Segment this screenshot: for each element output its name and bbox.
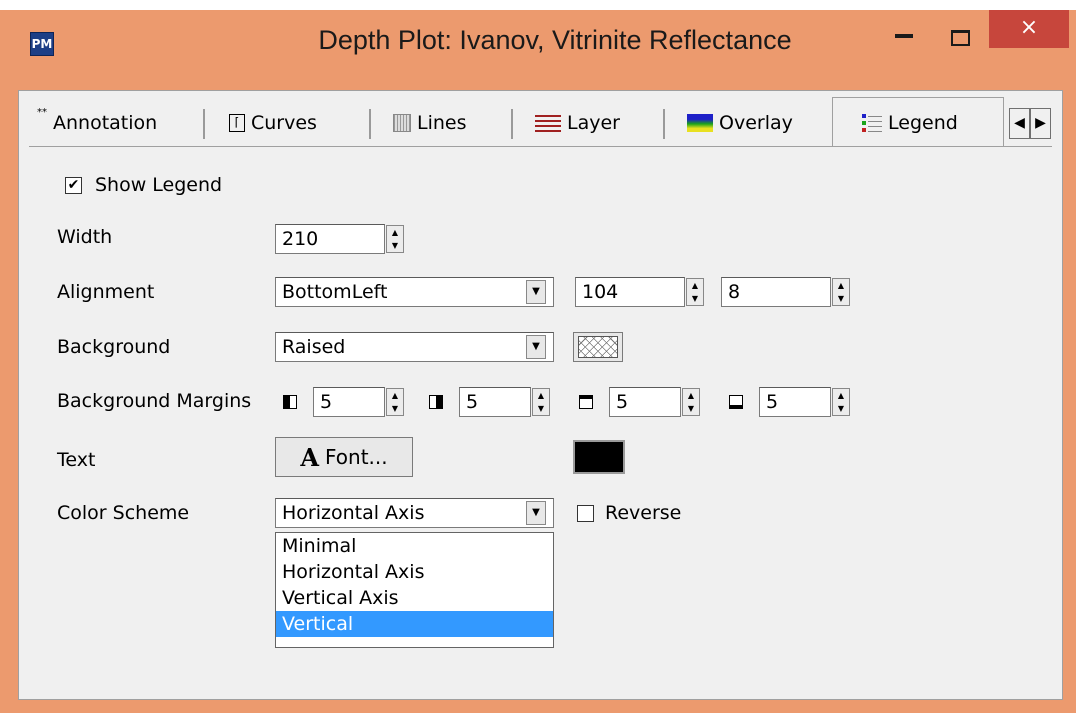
color-scheme-label: Color Scheme bbox=[57, 502, 190, 524]
alignment-dropdown[interactable]: BottomLeft bbox=[275, 277, 554, 307]
window-title: Depth Plot: Ivanov, Vitrinite Reflectanc… bbox=[318, 25, 792, 55]
color-scheme-dropdown-button[interactable]: ▼ bbox=[526, 501, 546, 525]
tab-layer[interactable]: Layer bbox=[535, 104, 620, 142]
crosshatch-pattern-icon bbox=[578, 336, 618, 358]
legend-dialog: ** Annotation ⌈ Curves Lines Layer Overl… bbox=[18, 90, 1063, 700]
alignment-y-spinner[interactable]: ▲ ▼ bbox=[832, 278, 850, 306]
show-legend-checkbox[interactable]: ✔ bbox=[65, 177, 82, 194]
width-field[interactable]: 210 bbox=[275, 224, 385, 254]
margin-right-field[interactable]: 5 bbox=[459, 387, 531, 417]
tab-legend[interactable]: Legend bbox=[862, 104, 958, 142]
font-icon: A bbox=[300, 442, 319, 472]
margin-top-icon bbox=[579, 395, 593, 409]
alignment-y-value: 8 bbox=[728, 281, 741, 303]
margin-left-field[interactable]: 5 bbox=[313, 387, 385, 417]
width-spinner[interactable]: ▲ ▼ bbox=[386, 225, 404, 253]
width-value: 210 bbox=[282, 228, 319, 250]
alignment-y-field[interactable]: 8 bbox=[721, 277, 831, 307]
title-bar[interactable]: PM Depth Plot: Ivanov, Vitrinite Reflect… bbox=[0, 10, 1076, 80]
margin-top-value: 5 bbox=[616, 391, 629, 413]
background-pattern-button[interactable] bbox=[573, 332, 623, 362]
tab-label: Lines bbox=[417, 112, 467, 134]
legend-icon bbox=[862, 114, 882, 132]
margin-bottom-value: 5 bbox=[766, 391, 779, 413]
curves-icon: ⌈ bbox=[229, 114, 245, 132]
show-legend-label: Show Legend bbox=[95, 174, 223, 196]
alignment-x-value: 104 bbox=[582, 281, 619, 303]
lines-icon bbox=[393, 114, 411, 132]
app-window: PM Depth Plot: Ivanov, Vitrinite Reflect… bbox=[0, 10, 1076, 713]
margin-bottom-field[interactable]: 5 bbox=[759, 387, 831, 417]
alignment-dropdown-button[interactable]: ▼ bbox=[526, 280, 546, 304]
text-label: Text bbox=[57, 449, 96, 471]
layer-icon bbox=[535, 114, 561, 132]
margin-left-spinner[interactable]: ▲ ▼ bbox=[386, 388, 404, 416]
tab-scroll-right-button[interactable]: ▶ bbox=[1030, 108, 1051, 139]
margin-right-value: 5 bbox=[466, 391, 479, 413]
reverse-checkbox[interactable] bbox=[577, 505, 594, 522]
tab-label: Curves bbox=[251, 112, 317, 134]
option-minimal[interactable]: Minimal bbox=[276, 533, 553, 559]
tab-label: Overlay bbox=[719, 112, 793, 134]
minimize-button[interactable] bbox=[895, 34, 913, 38]
tab-overlay[interactable]: Overlay bbox=[687, 104, 793, 142]
margin-left-icon bbox=[283, 395, 297, 409]
alignment-label: Alignment bbox=[57, 281, 155, 303]
maximize-button[interactable] bbox=[951, 30, 970, 46]
overlay-icon bbox=[687, 114, 713, 132]
tab-panel-border bbox=[29, 146, 1052, 147]
text-color-swatch[interactable] bbox=[573, 440, 625, 474]
background-value: Raised bbox=[282, 336, 346, 358]
close-button[interactable]: × bbox=[989, 10, 1069, 48]
color-scheme-dropdown[interactable]: Horizontal Axis bbox=[275, 498, 554, 528]
background-dropdown[interactable]: Raised bbox=[275, 332, 554, 362]
margin-top-field[interactable]: 5 bbox=[609, 387, 681, 417]
tab-curves[interactable]: ⌈ Curves bbox=[229, 104, 317, 142]
width-label: Width bbox=[57, 226, 113, 248]
annotation-icon: ** bbox=[37, 107, 47, 118]
option-vertical-axis[interactable]: Vertical Axis bbox=[276, 585, 553, 611]
tab-label: Legend bbox=[888, 112, 958, 134]
option-horizontal-axis[interactable]: Horizontal Axis bbox=[276, 559, 553, 585]
margin-right-spinner[interactable]: ▲ ▼ bbox=[532, 388, 550, 416]
margin-bottom-icon bbox=[729, 395, 743, 409]
margin-bottom-spinner[interactable]: ▲ ▼ bbox=[832, 388, 850, 416]
background-margins-label: Background Margins bbox=[57, 390, 252, 412]
tab-scroll-left-button[interactable]: ◀ bbox=[1009, 108, 1030, 139]
reverse-label: Reverse bbox=[605, 502, 682, 524]
color-scheme-options-list: Minimal Horizontal Axis Vertical Axis Ve… bbox=[275, 532, 554, 648]
tab-label: Layer bbox=[567, 112, 620, 134]
alignment-x-field[interactable]: 104 bbox=[575, 277, 685, 307]
background-label: Background bbox=[57, 336, 171, 358]
alignment-value: BottomLeft bbox=[282, 281, 388, 303]
margin-right-icon bbox=[429, 395, 443, 409]
tab-lines[interactable]: Lines bbox=[393, 104, 467, 142]
tab-label: Annotation bbox=[53, 112, 158, 134]
alignment-x-spinner[interactable]: ▲ ▼ bbox=[686, 278, 704, 306]
option-vertical[interactable]: Vertical bbox=[276, 611, 553, 637]
font-button-label: Font... bbox=[325, 445, 388, 469]
margin-left-value: 5 bbox=[320, 391, 333, 413]
margin-top-spinner[interactable]: ▲ ▼ bbox=[682, 388, 700, 416]
tab-annotation[interactable]: ** Annotation bbox=[37, 104, 157, 142]
background-dropdown-button[interactable]: ▼ bbox=[526, 335, 546, 359]
color-scheme-value: Horizontal Axis bbox=[282, 502, 425, 524]
font-button[interactable]: A Font... bbox=[275, 437, 413, 477]
